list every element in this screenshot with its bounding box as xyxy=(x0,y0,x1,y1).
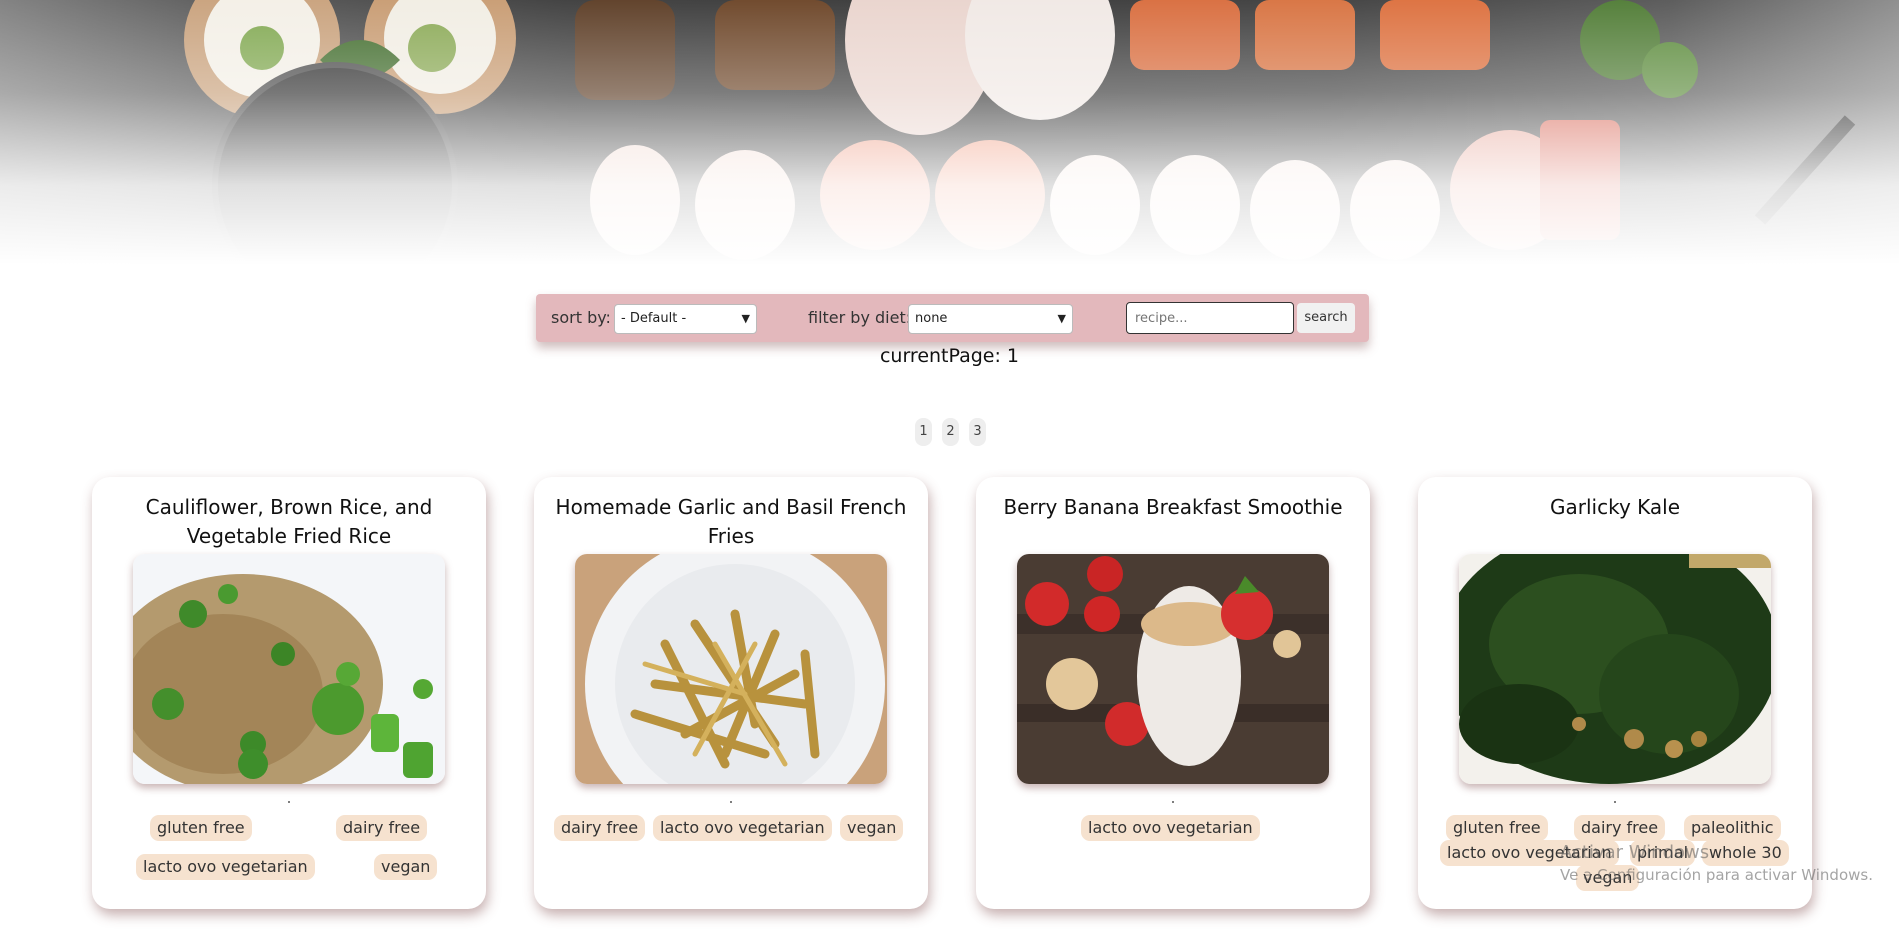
separator-dot xyxy=(1172,801,1174,803)
recipe-photo[interactable] xyxy=(1017,554,1329,784)
recipe-card[interactable]: Berry Banana Breakfast Smoothie lacto ov… xyxy=(976,477,1370,909)
diet-tag: dairy free xyxy=(1574,815,1666,841)
recipe-search-input[interactable] xyxy=(1126,302,1294,334)
search-button[interactable]: search xyxy=(1297,303,1355,333)
chevron-down-icon: ▼ xyxy=(741,312,750,325)
separator-dot xyxy=(288,801,290,803)
page-button-2[interactable]: 2 xyxy=(942,418,959,446)
controls-bar: sort by: - Default - ▼ filter by diet: n… xyxy=(536,294,1369,342)
diet-filter-value: none xyxy=(915,311,948,326)
diet-tag: gluten free xyxy=(1446,815,1548,841)
hero-banner xyxy=(0,0,1899,265)
recipe-card[interactable]: Homemade Garlic and Basil French Fries d… xyxy=(534,477,928,909)
kale-image xyxy=(1459,554,1771,784)
diet-tag: vegan xyxy=(840,815,904,841)
diet-tag: gluten free xyxy=(150,815,252,841)
page-button-1[interactable]: 1 xyxy=(915,418,932,446)
recipe-title[interactable]: Berry Banana Breakfast Smoothie xyxy=(990,493,1356,522)
sort-select[interactable]: - Default - ▼ xyxy=(614,304,757,334)
separator-dot xyxy=(1614,801,1616,803)
current-page-indicator: currentPage: 1 xyxy=(879,345,1020,367)
sort-select-value: - Default - xyxy=(621,311,687,326)
diet-filter-select[interactable]: none ▼ xyxy=(908,304,1073,334)
diet-tag: lacto ovo vegetarian xyxy=(653,815,832,841)
diet-tag: paleolithic xyxy=(1684,815,1781,841)
french-fries-image xyxy=(575,554,887,784)
sort-label: sort by: xyxy=(551,308,611,327)
separator-dot xyxy=(730,801,732,803)
windows-activation-watermark: Activar Windows Ve a Configuración para … xyxy=(1560,842,1873,884)
recipe-photo[interactable] xyxy=(1459,554,1771,784)
recipe-title[interactable]: Garlicky Kale xyxy=(1432,493,1798,522)
smoothie-image xyxy=(1017,554,1329,784)
page-button-3[interactable]: 3 xyxy=(969,418,986,446)
banner-fade-overlay xyxy=(0,0,1899,265)
recipe-title[interactable]: Cauliflower, Brown Rice, and Vegetable F… xyxy=(106,493,472,551)
diet-tag: lacto ovo vegetarian xyxy=(1081,815,1260,841)
watermark-title: Activar Windows xyxy=(1560,842,1710,863)
recipe-title[interactable]: Homemade Garlic and Basil French Fries xyxy=(548,493,914,551)
diet-tag: vegan xyxy=(374,854,438,880)
pagination: 1 2 3 xyxy=(915,418,986,446)
filter-label: filter by diet: xyxy=(808,308,912,327)
watermark-subtitle: Ve a Configuración para activar Windows. xyxy=(1560,866,1873,884)
diet-tag: whole 30 xyxy=(1702,840,1789,866)
chevron-down-icon: ▼ xyxy=(1057,312,1066,325)
fried-rice-image xyxy=(133,554,445,784)
recipe-photo[interactable] xyxy=(575,554,887,784)
diet-tag: lacto ovo vegetarian xyxy=(136,854,315,880)
recipe-photo[interactable] xyxy=(133,554,445,784)
diet-tag: dairy free xyxy=(336,815,428,841)
recipe-card[interactable]: Cauliflower, Brown Rice, and Vegetable F… xyxy=(92,477,486,909)
diet-tag: dairy free xyxy=(554,815,646,841)
